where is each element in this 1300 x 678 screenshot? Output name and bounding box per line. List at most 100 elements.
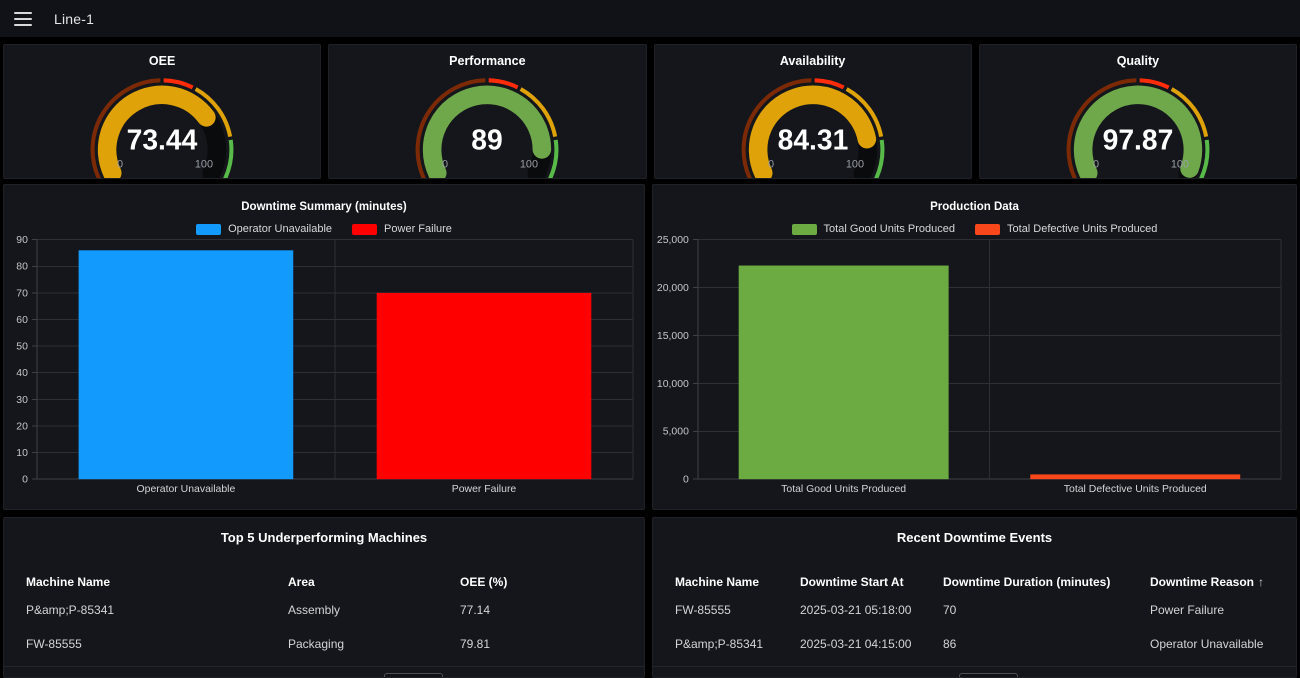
gauge-max-label: 100 [1171,158,1189,170]
gauge-min-label: 0 [117,158,123,170]
table-cell: 79.81 [460,637,622,651]
downtime-summary-panel: Downtime Summary (minutes) Operator Unav… [3,184,645,510]
recent-downtime-events-panel: Recent Downtime Events Machine NameDownt… [652,517,1297,678]
legend-swatch [196,224,221,235]
sort-ascending-icon: ↑ [1258,575,1264,589]
gauge-chart: 73.44 0 100 [73,69,251,179]
column-header[interactable]: Downtime Duration (minutes) [943,575,1150,589]
table-cell: 70 [943,603,1150,617]
gauge-value: 89 [472,124,503,156]
y-axis-tick-label: 0 [683,475,689,486]
dashboard-title: Line-1 [54,11,94,27]
table-cell: 2025-03-21 05:18:00 [800,603,943,617]
table-row: P&amp;P-85341Assembly77.14 [26,593,622,627]
gauge-max-label: 100 [520,158,538,170]
chart-row: Downtime Summary (minutes) Operator Unav… [3,184,1297,510]
column-header[interactable]: Machine Name [675,575,800,589]
column-header[interactable]: Downtime Reason↑ [1150,575,1274,589]
table-cell: FW-85555 [675,603,800,617]
y-axis-tick-label: 10 [16,448,28,459]
gauge-title: Performance [449,54,525,68]
x-axis-category-label: Total Good Units Produced [781,484,906,495]
bar[interactable] [377,293,592,479]
table-cell: FW-85555 [26,637,288,651]
underperforming-machines-panel: Top 5 Underperforming Machines Machine N… [3,517,645,678]
gauge-min-label: 0 [768,158,774,170]
y-axis-tick-label: 15,000 [657,331,689,342]
y-axis-tick-label: 10,000 [657,379,689,390]
y-axis-tick-label: 25,000 [657,235,689,246]
legend-swatch [792,224,817,235]
table-row: FW-855552025-03-21 05:18:0070Power Failu… [675,593,1274,627]
y-axis-tick-label: 30 [16,395,28,406]
gauge-chart: 890100 [398,69,576,179]
table-footer-divider [4,666,644,667]
table-cell: Operator Unavailable [1150,637,1274,651]
chart-legend: Total Good Units Produced Total Defective… [653,223,1296,235]
bar[interactable] [79,250,294,479]
legend-label: Total Defective Units Produced [1007,223,1157,235]
gauge-title: OEE [149,54,175,68]
gauge-title: Quality [1117,54,1159,68]
legend-label: Power Failure [384,223,452,235]
legend-item[interactable]: Total Good Units Produced [792,223,955,235]
y-axis-tick-label: 20 [16,421,28,432]
gauge-value: 84.31 [777,124,848,156]
production-data-panel: Production Data Total Good Units Produce… [652,184,1297,510]
table-footer-divider [653,666,1296,667]
gauge-chart: 84.310 100 [724,69,902,179]
table-cell: 86 [943,637,1150,651]
menu-icon[interactable] [14,12,32,26]
column-header[interactable]: OEE (%) [460,575,622,589]
x-axis-category-label: Total Defective Units Produced [1064,484,1207,495]
legend-label: Total Good Units Produced [824,223,955,235]
gauge-max-label: 100 [846,158,864,170]
gauge-value: 73.44 [127,124,198,156]
chart-title: Production Data [653,201,1296,213]
y-axis-tick-label: 40 [16,368,28,379]
table-cell: P&amp;P-85341 [675,637,800,651]
table-row: FW-85555Packaging79.81 [26,627,622,661]
gauge-row: OEE 73.440100 Performance 890100 Availab… [3,44,1297,179]
gauge-min-label: 0 [1093,158,1099,170]
column-header[interactable]: Machine Name [26,575,288,589]
table: Machine NameAreaOEE (%)P&amp;P-85341Asse… [4,571,644,661]
legend-swatch [352,224,377,235]
pagination-control[interactable] [384,673,443,678]
chart-title: Downtime Summary (minutes) [4,201,644,213]
y-axis-tick-label: 50 [16,342,28,353]
gauge-panel-availability: Availability 84.310 100 [654,44,972,179]
table-header-row: Machine NameDowntime Start AtDowntime Du… [675,571,1274,593]
table-header-row: Machine NameAreaOEE (%) [26,571,622,593]
top-bar: Line-1 [0,0,1300,38]
column-header[interactable]: Downtime Start At [800,575,943,589]
y-axis-tick-label: 60 [16,315,28,326]
y-axis-tick-label: 80 [16,262,28,273]
x-axis-category-label: Power Failure [452,484,517,495]
y-axis-tick-label: 0 [22,475,28,486]
legend-item[interactable]: Power Failure [352,223,452,235]
legend-item[interactable]: Operator Unavailable [196,223,332,235]
y-axis-tick-label: 5,000 [663,427,689,438]
legend-label: Operator Unavailable [228,223,332,235]
chart-legend: Operator Unavailable Power Failure [4,223,644,235]
legend-swatch [975,224,1000,235]
table-row-section: Top 5 Underperforming Machines Machine N… [3,517,1297,678]
gauge-max-label: 100 [195,158,213,170]
gauge-panel-performance: Performance 890100 [328,44,646,179]
bar[interactable] [1030,474,1240,479]
bar[interactable] [739,266,949,480]
legend-item[interactable]: Total Defective Units Produced [975,223,1157,235]
table-cell: P&amp;P-85341 [26,603,288,617]
table-cell: Power Failure [1150,603,1274,617]
gauge-chart: 97.870100 [1049,69,1227,179]
gauge-title: Availability [780,54,846,68]
y-axis-tick-label: 20,000 [657,283,689,294]
pagination-control[interactable] [959,673,1018,678]
x-axis-category-label: Operator Unavailable [137,484,236,495]
column-header[interactable]: Area [288,575,460,589]
table-title: Top 5 Underperforming Machines [4,518,644,545]
table: Machine NameDowntime Start AtDowntime Du… [653,571,1296,661]
table-cell: Packaging [288,637,460,651]
table-title: Recent Downtime Events [653,518,1296,545]
